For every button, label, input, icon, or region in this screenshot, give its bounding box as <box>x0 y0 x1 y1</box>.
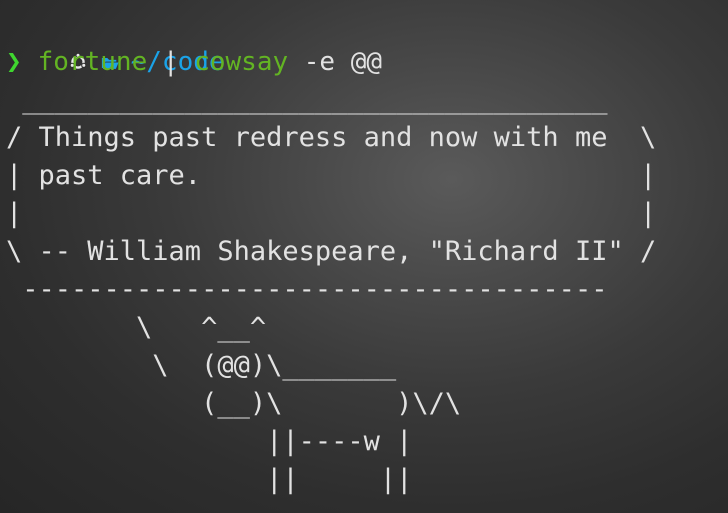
command-args: -e @@ <box>303 47 383 77</box>
prompt-symbol: ❯ <box>6 47 22 77</box>
command-fortune: fortune <box>37 47 148 77</box>
output-line: | | <box>6 198 657 229</box>
output-line: \ (@@)\_______ <box>6 350 397 381</box>
output-line: / Things past redress and now with me \ <box>6 122 657 153</box>
terminal-window[interactable]: ~/code ❯ fortune | cowsay -e @@ _________… <box>0 0 728 513</box>
output-line: | past care. | <box>6 160 657 191</box>
output-line: || || <box>6 464 413 495</box>
prompt-line: ~/code <box>6 5 225 77</box>
command-pipe: | <box>162 47 179 77</box>
output-line: ____________________________________ <box>6 84 608 115</box>
output-line: (__)\ )\/\ <box>6 388 462 419</box>
output-line: ------------------------------------ <box>6 274 608 305</box>
output-line: \ ^__^ <box>6 312 267 343</box>
output-line: ||----w | <box>6 426 413 457</box>
output-line: \ -- William Shakespeare, "Richard II" / <box>6 236 657 267</box>
command-line[interactable]: ❯ fortune | cowsay -e @@ <box>6 43 382 81</box>
command-cowsay: cowsay <box>194 47 289 77</box>
